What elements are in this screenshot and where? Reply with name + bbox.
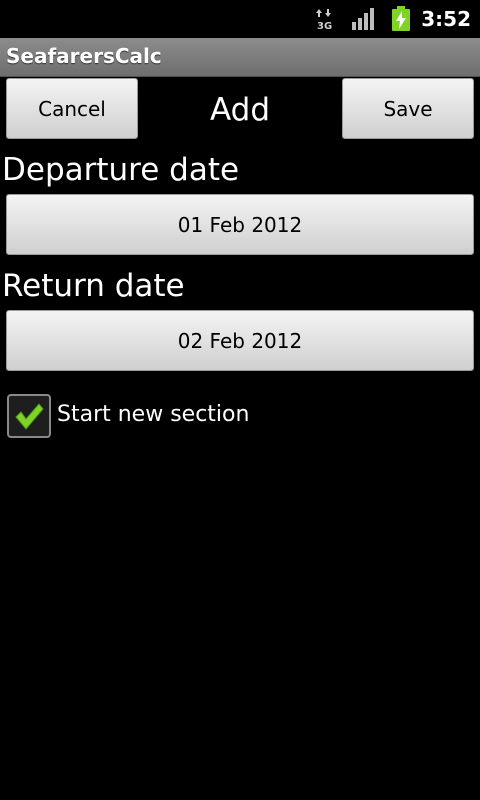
start-new-section-label[interactable]: Start new section	[57, 402, 249, 427]
start-new-section-checkbox[interactable]	[7, 394, 51, 438]
status-bar: 3G 3:52	[0, 0, 480, 38]
network-type-label: 3G	[317, 21, 332, 30]
status-time: 3:52	[421, 7, 471, 31]
departure-date-button[interactable]: 01 Feb 2012	[6, 194, 474, 255]
departure-date-label: Departure date	[2, 152, 240, 188]
page-title: Add	[209, 92, 271, 128]
data-activity-icon: 3G	[316, 9, 332, 30]
checkmark-icon	[15, 403, 44, 430]
return-date-label: Return date	[2, 268, 185, 304]
return-date-button[interactable]: 02 Feb 2012	[6, 310, 474, 371]
signal-icon	[352, 8, 374, 30]
save-button[interactable]: Save	[342, 78, 474, 139]
battery-charging-icon	[392, 6, 410, 31]
app-title-bar: SeafarersCalc	[0, 38, 480, 77]
cancel-button[interactable]: Cancel	[6, 78, 138, 139]
app-title: SeafarersCalc	[6, 44, 162, 68]
